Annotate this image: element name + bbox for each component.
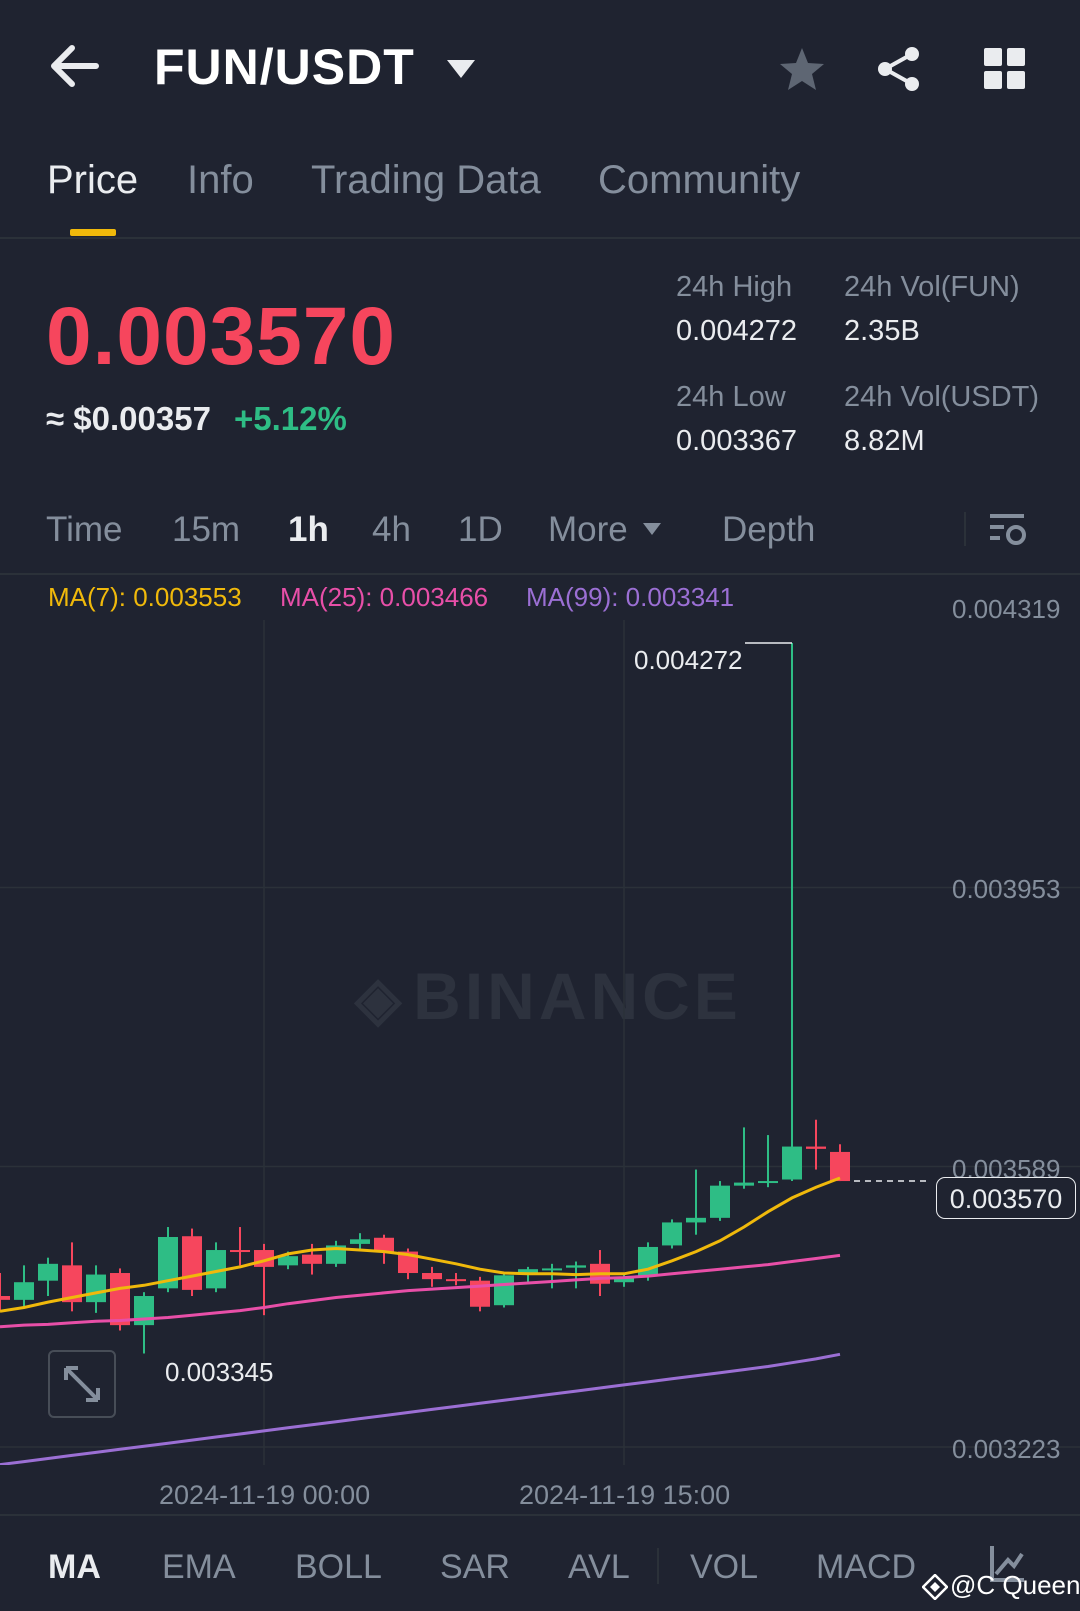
- interval-separator: [964, 512, 966, 546]
- candle-body: [782, 1146, 802, 1180]
- ma7-legend: MA(7): 0.003553: [48, 582, 242, 612]
- interval-1h[interactable]: 1h: [288, 510, 329, 550]
- more-dropdown-icon[interactable]: [642, 522, 662, 536]
- vol-quote-value: 8.82M: [844, 425, 925, 457]
- candle-body: [0, 1296, 10, 1300]
- interval-1d[interactable]: 1D: [458, 510, 503, 550]
- fullscreen-button[interactable]: [48, 1350, 116, 1418]
- indicator-ma[interactable]: MA: [48, 1548, 101, 1587]
- chevron-down-icon[interactable]: [445, 58, 477, 80]
- candle-body: [758, 1181, 778, 1184]
- chart-settings-icon[interactable]: [988, 510, 1028, 548]
- low-label: 24h Low: [676, 381, 786, 413]
- indicator-boll[interactable]: BOLL: [295, 1548, 382, 1587]
- candle-body: [686, 1217, 706, 1223]
- ma25-legend: MA(25): 0.003466: [280, 582, 489, 612]
- candle-body: [422, 1273, 442, 1280]
- tab-community[interactable]: Community: [598, 158, 800, 203]
- candlestick-chart[interactable]: [0, 620, 1080, 1465]
- tab-trading-data[interactable]: Trading Data: [311, 158, 541, 203]
- vol-base-value: 2.35B: [844, 315, 920, 347]
- tab-info[interactable]: Info: [187, 158, 254, 203]
- candle-body: [806, 1146, 826, 1149]
- vol-base-label: 24h Vol(FUN): [844, 271, 1020, 303]
- indicator-divider: [0, 1514, 1080, 1516]
- indicator-vol[interactable]: VOL: [690, 1548, 758, 1587]
- indicator-sar[interactable]: SAR: [440, 1548, 510, 1587]
- candle-body: [86, 1274, 106, 1303]
- top-bar: FUN/USDT: [0, 0, 1080, 140]
- current-price-label: 0.003570: [936, 1177, 1076, 1219]
- time-axis-label: 2024-11-19 00:00: [159, 1480, 371, 1510]
- time-axis-label: 2024-11-19 15:00: [519, 1480, 731, 1510]
- candle-body: [38, 1263, 58, 1281]
- candle-body: [542, 1268, 562, 1271]
- ma99-legend: MA(99): 0.003341: [526, 582, 735, 612]
- candle-body: [830, 1151, 850, 1182]
- back-arrow-icon[interactable]: [48, 44, 100, 88]
- interval-divider: [0, 573, 1080, 575]
- share-icon[interactable]: [876, 46, 922, 92]
- candle-body: [446, 1279, 466, 1282]
- candle-body: [182, 1236, 202, 1290]
- interval-time[interactable]: Time: [46, 510, 122, 550]
- star-icon[interactable]: [778, 46, 826, 92]
- high-label: 24h High: [676, 271, 793, 303]
- candle-body: [566, 1265, 586, 1268]
- candle-body: [230, 1250, 250, 1253]
- active-tab-indicator: [70, 229, 116, 236]
- indicator-avl[interactable]: AVL: [568, 1548, 630, 1587]
- usd-price: ≈ $0.00357: [46, 400, 211, 437]
- price-axis-label: 0.003223: [952, 1434, 1061, 1464]
- grid-icon[interactable]: [984, 48, 1026, 90]
- candle-body: [110, 1273, 130, 1326]
- vol-quote-label: 24h Vol(USDT): [844, 381, 1040, 413]
- tab-price[interactable]: Price: [47, 158, 138, 203]
- candle-body: [374, 1237, 394, 1252]
- candle-body: [14, 1282, 34, 1300]
- indicator-macd[interactable]: MACD: [816, 1548, 916, 1587]
- tabs-divider: [0, 237, 1080, 239]
- candle-body: [278, 1256, 298, 1266]
- price-change: +5.12%: [234, 400, 347, 437]
- last-price: 0.003570: [46, 291, 397, 382]
- pair-title[interactable]: FUN/USDT: [154, 38, 415, 96]
- interval-depth[interactable]: Depth: [722, 510, 815, 550]
- candle-body: [350, 1239, 370, 1244]
- low-value: 0.003367: [676, 425, 797, 457]
- binance-logo-icon: [922, 1574, 948, 1600]
- candle-body: [662, 1222, 682, 1246]
- expand-icon: [64, 1366, 100, 1402]
- candle-body: [494, 1275, 514, 1306]
- ma99-line: [0, 1352, 841, 1465]
- interval-4h[interactable]: 4h: [372, 510, 411, 550]
- indicator-ema[interactable]: EMA: [162, 1548, 236, 1587]
- candle-body: [302, 1254, 322, 1264]
- candle-body: [734, 1182, 754, 1186]
- candle-body: [710, 1185, 730, 1218]
- low-annotation: 0.003345: [165, 1357, 274, 1387]
- indicator-separator: [657, 1548, 659, 1584]
- interval-15m[interactable]: 15m: [172, 510, 240, 550]
- price-axis-label: 0.003953: [952, 874, 1061, 904]
- price-axis-label: 0.004319: [952, 594, 1061, 624]
- high-value: 0.004272: [676, 315, 797, 347]
- credit-text: @C Queen: [950, 1570, 1080, 1600]
- interval-more[interactable]: More: [548, 510, 628, 550]
- high-annotation: 0.004272: [634, 645, 743, 675]
